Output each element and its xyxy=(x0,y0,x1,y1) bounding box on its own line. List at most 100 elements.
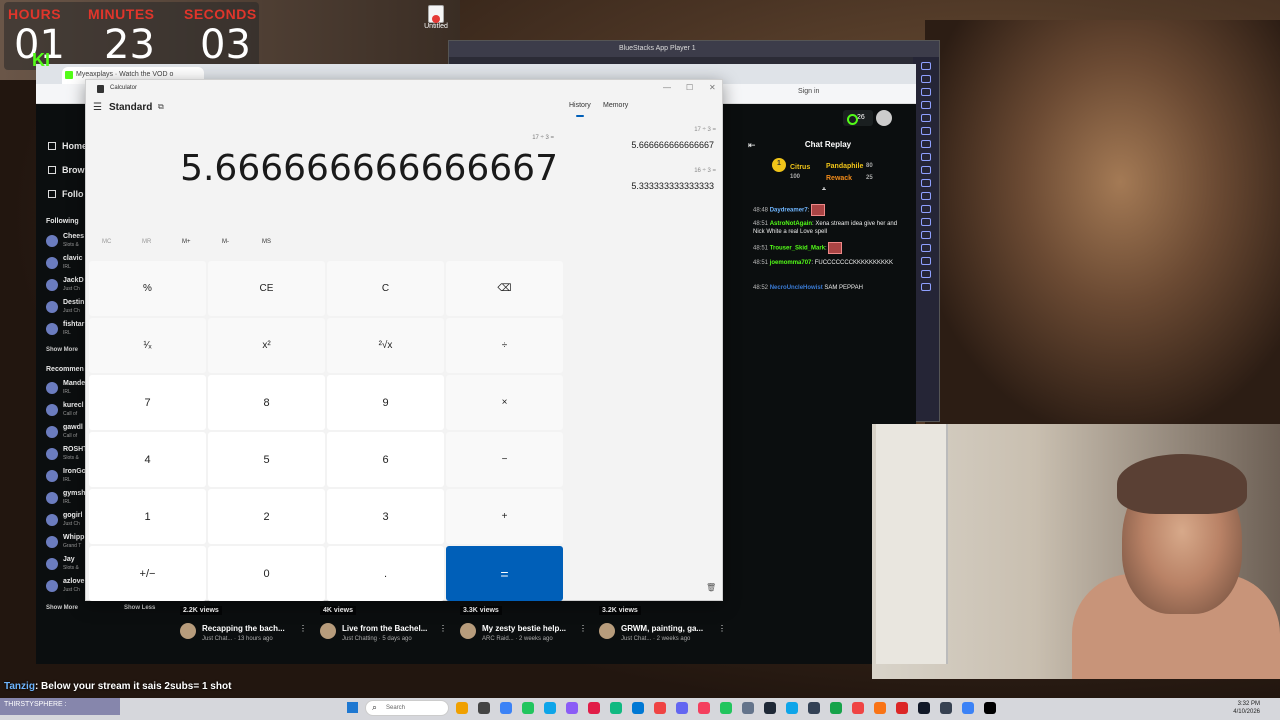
tool-icon[interactable] xyxy=(921,114,931,122)
memory-store[interactable]: MS xyxy=(262,239,271,245)
digit-4-button[interactable]: 4 xyxy=(89,432,206,487)
history-result[interactable]: 5.333333333333333 xyxy=(576,181,714,191)
taskbar-app-icon[interactable] xyxy=(896,702,908,714)
user-avatar[interactable] xyxy=(876,110,892,126)
sidebar-channel[interactable]: Mande IRL xyxy=(46,380,86,398)
close-button[interactable]: ✕ xyxy=(709,83,716,92)
taskbar-app-icon[interactable] xyxy=(676,702,688,714)
kick-logo[interactable]: KI xyxy=(32,50,50,71)
tool-icon[interactable] xyxy=(921,101,931,109)
gifter-2-name[interactable]: Pandaphile xyxy=(826,163,863,170)
tool-icon[interactable] xyxy=(921,283,931,291)
nav-browse[interactable]: Brow xyxy=(48,165,85,175)
vod-title[interactable]: GRWM, painting, ga... xyxy=(621,624,703,633)
sidebar-channel[interactable]: Destin Just Ch xyxy=(46,299,86,317)
tool-icon[interactable] xyxy=(921,257,931,265)
square-root-button[interactable]: ²√x xyxy=(327,318,444,373)
sidebar-channel[interactable]: ROSHT Slots & xyxy=(46,446,88,464)
tool-icon[interactable] xyxy=(921,140,931,148)
digit-2-button[interactable]: 2 xyxy=(208,489,325,544)
taskbar-app-icon[interactable] xyxy=(720,702,732,714)
vod-title[interactable]: Recapping the bach... xyxy=(202,624,285,633)
sidebar-channel[interactable]: gogirl Just Ch xyxy=(46,512,86,530)
show-more-recommended[interactable]: Show More xyxy=(46,605,78,611)
nav-following[interactable]: Follo xyxy=(48,189,84,199)
taskbar-app-icon[interactable] xyxy=(940,702,952,714)
sign-in-button[interactable]: Sign in xyxy=(798,88,819,95)
sidebar-channel[interactable]: Chees Slots & xyxy=(46,233,86,251)
tool-icon[interactable] xyxy=(921,127,931,135)
show-more-following[interactable]: Show More xyxy=(46,347,78,353)
show-less-button[interactable]: Show Less xyxy=(124,605,155,611)
sidebar-channel[interactable]: IronGo IRL xyxy=(46,468,86,486)
backspace-button[interactable]: ⌫ xyxy=(446,261,563,316)
digit-6-button[interactable]: 6 xyxy=(327,432,444,487)
taskbar-app-icon[interactable] xyxy=(610,702,622,714)
taskbar-app-icon[interactable] xyxy=(962,702,974,714)
trash-icon[interactable]: 🗑 xyxy=(706,583,716,592)
vod-card[interactable]: 3.3K views My zesty bestie help... ARC R… xyxy=(458,598,593,648)
windows-start-icon[interactable] xyxy=(347,702,358,713)
decimal-button[interactable]: . xyxy=(327,546,444,601)
gifter-3-name[interactable]: Rewack xyxy=(826,175,852,182)
digit-7-button[interactable]: 7 xyxy=(89,375,206,430)
memory-recall[interactable]: MR xyxy=(142,239,151,245)
tool-icon[interactable] xyxy=(921,205,931,213)
taskbar-app-icon[interactable] xyxy=(654,702,666,714)
sidebar-channel[interactable]: gymsh IRL xyxy=(46,490,86,508)
history-expression[interactable]: 17 ÷ 3 = xyxy=(576,127,716,133)
vod-card[interactable]: 3.2K views GRWM, painting, ga... Just Ch… xyxy=(597,598,732,648)
digit-5-button[interactable]: 5 xyxy=(208,432,325,487)
taskbar-app-icon[interactable] xyxy=(984,702,996,714)
desktop-file-icon[interactable]: Untitled xyxy=(423,5,449,30)
reciprocal-button[interactable]: ¹⁄ₓ xyxy=(89,318,206,373)
maximize-button[interactable]: ☐ xyxy=(686,83,693,92)
taskbar-app-icon[interactable] xyxy=(786,702,798,714)
more-options-icon[interactable]: ⋮ xyxy=(299,624,307,633)
more-options-icon[interactable]: ⋮ xyxy=(718,624,726,633)
taskbar-app-icon[interactable] xyxy=(566,702,578,714)
tool-icon[interactable] xyxy=(921,62,931,70)
taskbar-app-icon[interactable] xyxy=(830,702,842,714)
negate-button[interactable]: +/− xyxy=(89,546,206,601)
history-result[interactable]: 5.666666666666667 xyxy=(576,140,714,150)
vod-card[interactable]: 2.2K views Recapping the bach... Just Ch… xyxy=(178,598,313,648)
digit-8-button[interactable]: 8 xyxy=(208,375,325,430)
clear-button[interactable]: C xyxy=(327,261,444,316)
taskbar-search[interactable]: Search xyxy=(365,700,449,716)
taskbar-app-icon[interactable] xyxy=(522,702,534,714)
vod-card[interactable]: 4K views Live from the Bachel... Just Ch… xyxy=(318,598,453,648)
taskbar-app-icon[interactable] xyxy=(500,702,512,714)
digit-3-button[interactable]: 3 xyxy=(327,489,444,544)
equals-button[interactable]: = xyxy=(446,546,563,601)
sidebar-channel[interactable]: Jay Slots & xyxy=(46,556,86,574)
expand-gifters-icon[interactable]: ⩡ xyxy=(822,186,826,194)
tool-icon[interactable] xyxy=(921,270,931,278)
taskbar-app-icon[interactable] xyxy=(808,702,820,714)
sidebar-channel[interactable]: fishtar IRL xyxy=(46,321,86,339)
digit-0-button[interactable]: 0 xyxy=(208,546,325,601)
clear-entry-button[interactable]: CE xyxy=(208,261,325,316)
tab-memory[interactable]: Memory xyxy=(603,102,628,109)
sidebar-channel[interactable]: azlove Just Ch xyxy=(46,578,86,596)
add-button[interactable]: + xyxy=(446,489,563,544)
memory-subtract[interactable]: M- xyxy=(222,239,229,245)
vod-title[interactable]: Live from the Bachel... xyxy=(342,624,427,633)
sidebar-channel[interactable]: Whipp Grand T xyxy=(46,534,86,552)
sidebar-channel[interactable]: clavic IRL xyxy=(46,255,86,273)
msg-user[interactable]: Daydreamer7 xyxy=(770,208,808,214)
tool-icon[interactable] xyxy=(921,153,931,161)
taskbar-app-icon[interactable] xyxy=(544,702,556,714)
gifter-1-name[interactable]: Citrus xyxy=(790,164,810,171)
minimize-button[interactable]: — xyxy=(663,83,671,92)
msg-user[interactable]: AstroNotAgain xyxy=(770,221,812,227)
history-expression[interactable]: 16 ÷ 3 = xyxy=(576,168,716,174)
keep-on-top-icon[interactable]: ⧉ xyxy=(158,102,164,112)
nav-home[interactable]: Home xyxy=(48,141,87,151)
calculator-window[interactable]: Calculator — ☐ ✕ ☰ Standard ⧉ History Me… xyxy=(85,79,723,601)
tool-icon[interactable] xyxy=(921,179,931,187)
taskbar-app-icon[interactable] xyxy=(456,702,468,714)
msg-user[interactable]: Trouser_Skid_Mark xyxy=(770,246,825,252)
menu-icon[interactable]: ☰ xyxy=(93,102,102,113)
taskbar-app-icon[interactable] xyxy=(874,702,886,714)
